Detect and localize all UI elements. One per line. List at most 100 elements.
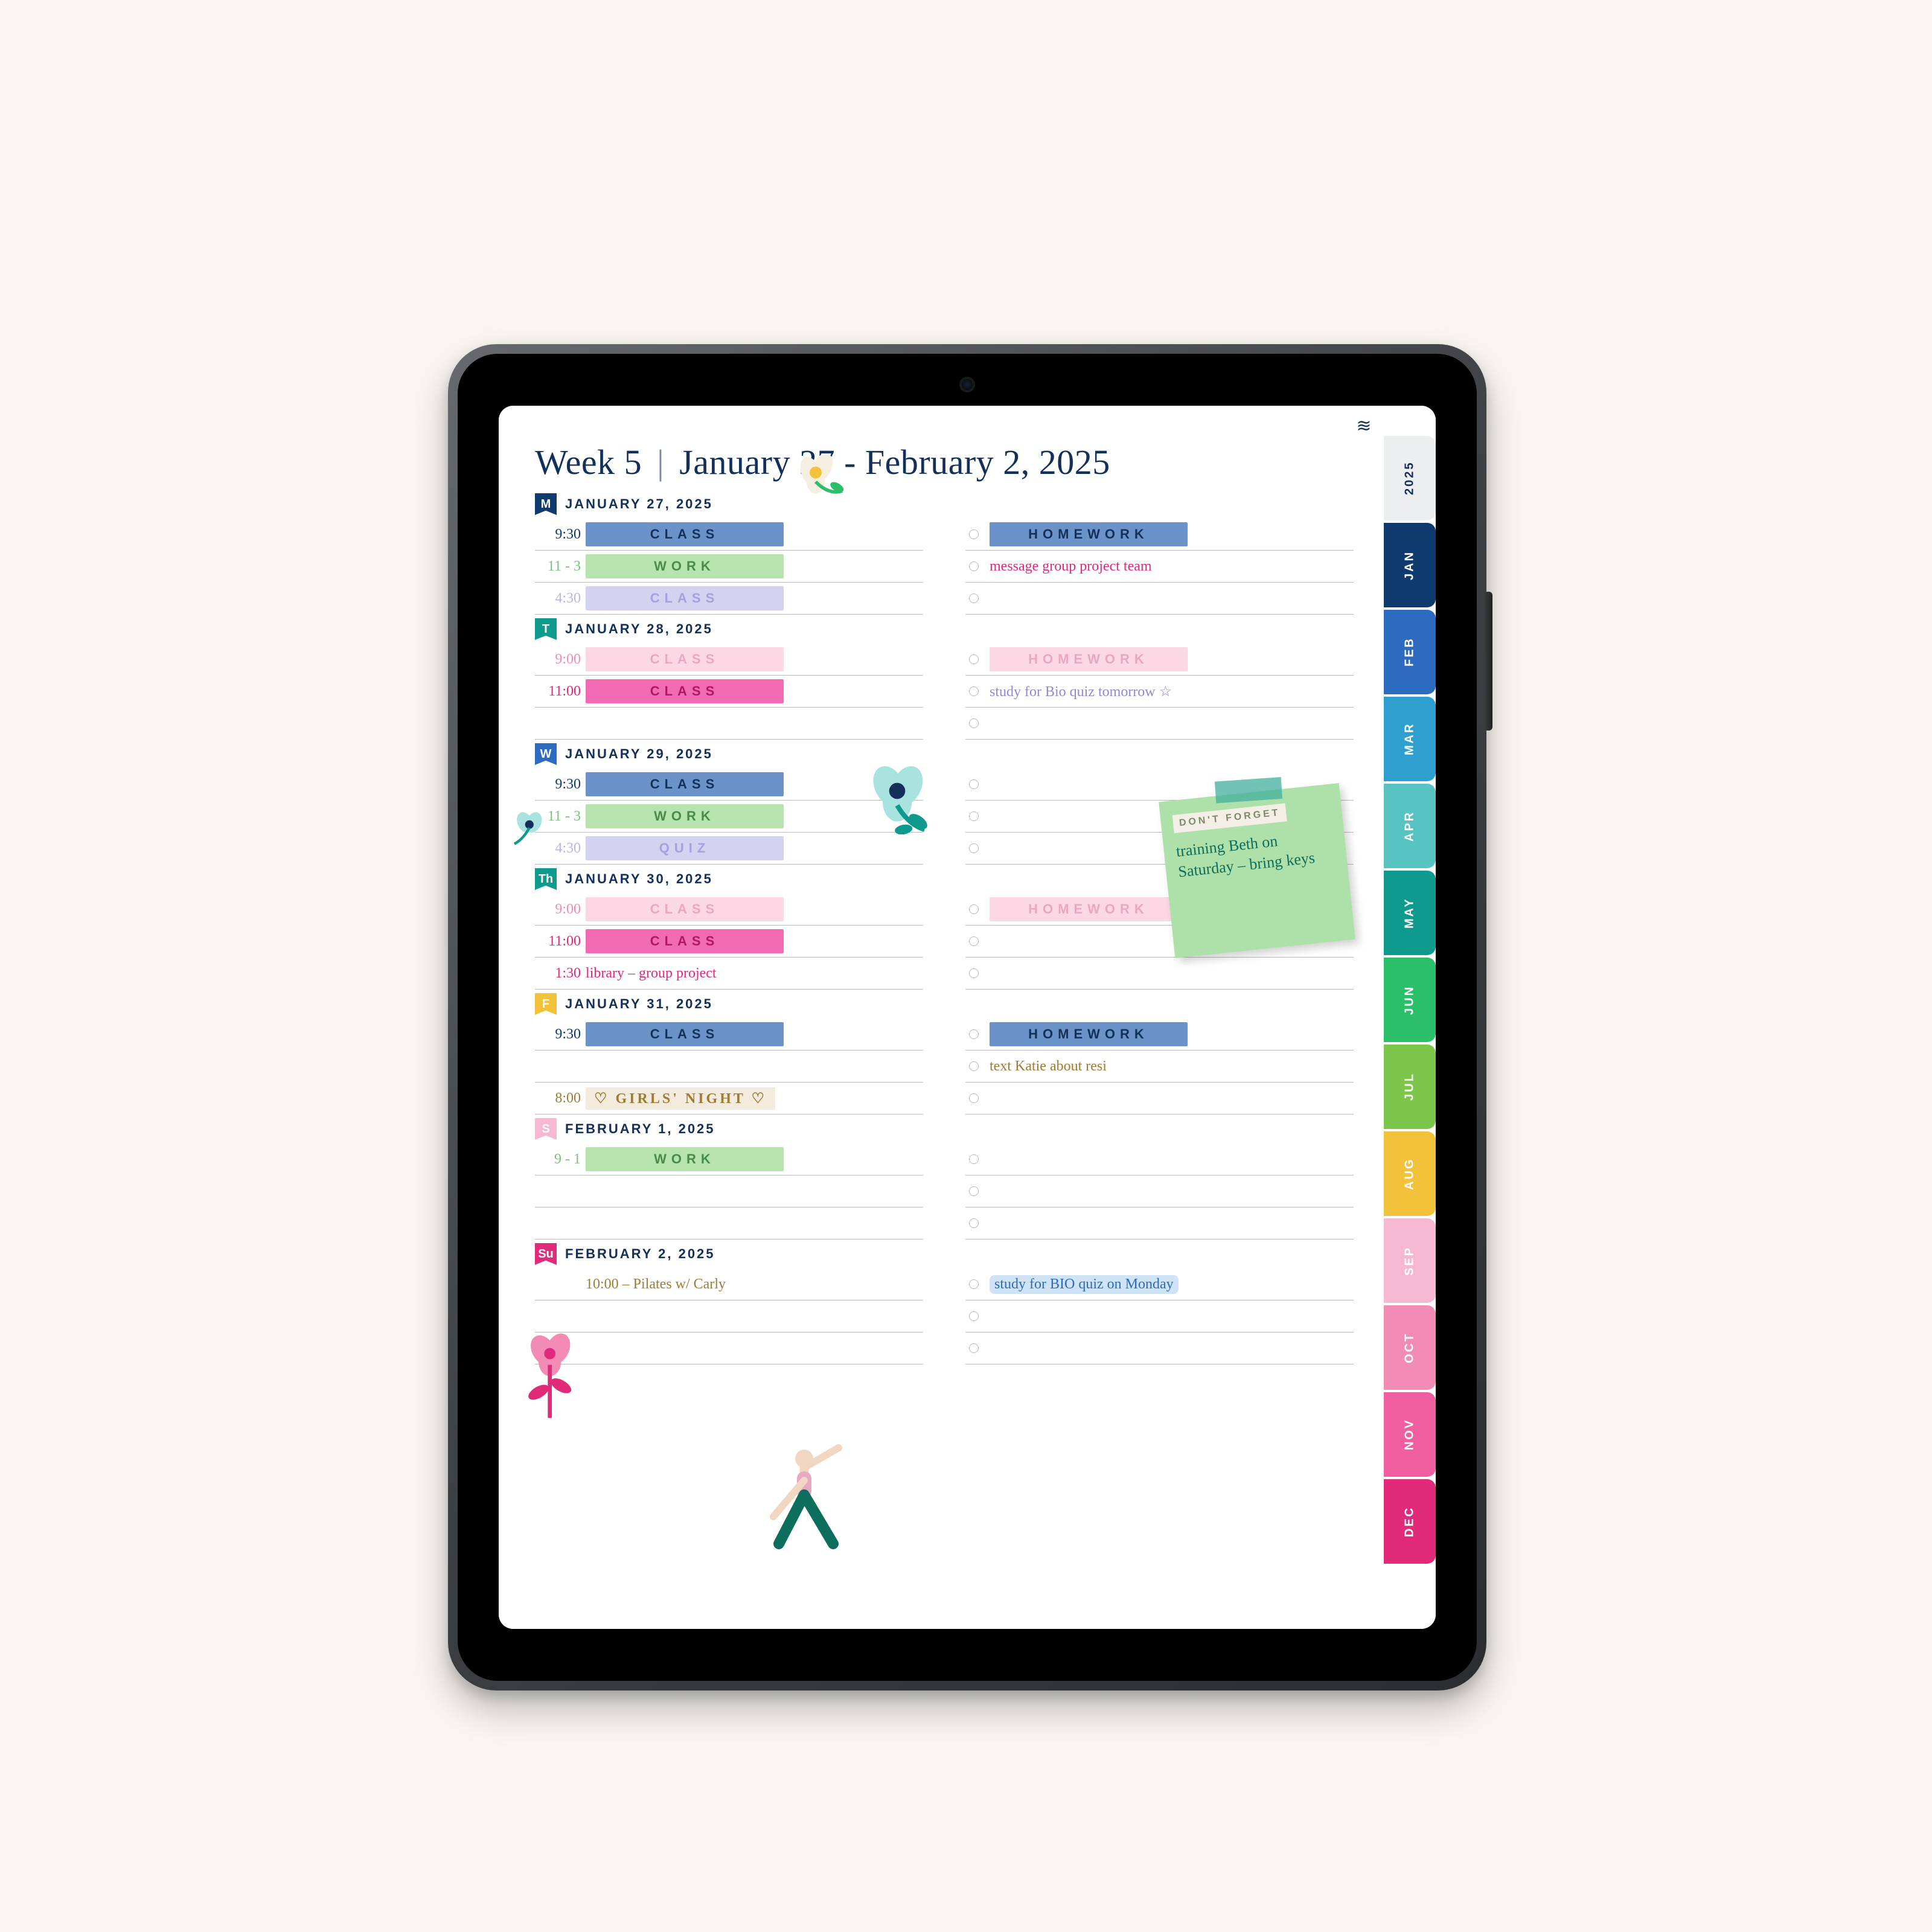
sticky-tape <box>1215 777 1282 804</box>
day-body: 9:30CLASS11 - 3WORK4:30CLASS HOMEWORK mess… <box>535 519 1354 615</box>
notes-row[interactable] <box>965 583 1354 615</box>
bullet-icon <box>969 968 979 978</box>
planner-page: ≋ Week 5 | January 27 - February 2, 2025… <box>499 406 1436 1629</box>
schedule-column: 9:30CLASS11 - 3WORK4:30QUIZ <box>535 769 923 865</box>
schedule-row[interactable] <box>535 1051 923 1083</box>
time-label: 9:30 <box>535 1026 581 1043</box>
notes-row[interactable] <box>965 1208 1354 1239</box>
ipad-screen[interactable]: ≋ Week 5 | January 27 - February 2, 2025… <box>499 406 1436 1629</box>
day-body: 9 - 1WORK <box>535 1144 1354 1239</box>
notes-row[interactable] <box>965 1144 1354 1176</box>
schedule-row[interactable]: 11:00CLASS <box>535 676 923 708</box>
day-date: JANUARY 29, 2025 <box>565 746 713 762</box>
schedule-row[interactable]: 9:30CLASS <box>535 769 923 801</box>
schedule-row[interactable]: 9:30CLASS <box>535 519 923 551</box>
day-flag: M <box>535 493 557 515</box>
sticky-note[interactable]: DON'T FORGET training Beth on Saturday –… <box>1159 783 1355 958</box>
schedule-row[interactable] <box>535 1332 923 1364</box>
planner-content: ≋ Week 5 | January 27 - February 2, 2025… <box>499 406 1384 1629</box>
notes-column <box>965 1144 1354 1239</box>
notes-row[interactable] <box>965 1332 1354 1364</box>
day-block: SuFEBRUARY 2, 2025 10:00 – Pilates w/ Car… <box>535 1243 1354 1364</box>
bullet-icon <box>969 1093 979 1103</box>
tab-may[interactable]: MAY <box>1384 871 1436 955</box>
event-block: QUIZ <box>586 836 784 860</box>
schedule-row[interactable]: 9:00CLASS <box>535 644 923 676</box>
schedule-row[interactable]: 4:30CLASS <box>535 583 923 615</box>
notes-row[interactable] <box>965 1300 1354 1332</box>
day-header: SFEBRUARY 1, 2025 <box>535 1118 1354 1140</box>
time-label: 11 - 3 <box>535 558 581 575</box>
schedule-row[interactable]: 10:00 – Pilates w/ Carly <box>535 1268 923 1300</box>
homework-block: HOMEWORK <box>990 647 1188 671</box>
tab-oct[interactable]: OCT <box>1384 1305 1436 1390</box>
schedule-row[interactable]: 4:30QUIZ <box>535 833 923 865</box>
notes-row[interactable] <box>965 708 1354 740</box>
event-block: CLASS <box>586 929 784 953</box>
tab-aug[interactable]: AUG <box>1384 1131 1436 1216</box>
time-label: 9:30 <box>535 776 581 793</box>
bullet-icon <box>969 654 979 664</box>
notes-column: study for BIO quiz on Monday <box>965 1268 1354 1364</box>
ipad-side-button <box>1484 592 1492 731</box>
tab-jun[interactable]: JUN <box>1384 958 1436 1042</box>
schedule-row[interactable]: 9:30 CLASS <box>535 1019 923 1051</box>
bullet-icon <box>969 1279 979 1289</box>
bullet-icon <box>969 1343 979 1353</box>
schedule-row[interactable] <box>535 1208 923 1239</box>
tab-mar[interactable]: MAR <box>1384 697 1436 781</box>
tab-year[interactable]: 2025 <box>1384 436 1436 520</box>
bullet-icon <box>969 529 979 539</box>
schedule-column: 9:00CLASS11:00CLASS1:30library – group p… <box>535 894 923 990</box>
day-block: FJANUARY 31, 20259:30CLASS8:00♡ GIRLS' N… <box>535 993 1354 1115</box>
day-date: JANUARY 30, 2025 <box>565 871 713 887</box>
notes-row[interactable]: study for BIO quiz on Monday <box>965 1268 1354 1300</box>
notes-row[interactable]: message group project team <box>965 551 1354 583</box>
day-date: JANUARY 28, 2025 <box>565 621 713 637</box>
day-block: MJANUARY 27, 20259:30CLASS11 - 3WORK4:30… <box>535 493 1354 615</box>
schedule-row[interactable]: 11:00CLASS <box>535 926 923 958</box>
schedule-row[interactable] <box>535 708 923 740</box>
schedule-row[interactable] <box>535 1300 923 1332</box>
schedule-column: 9 - 1WORK <box>535 1144 923 1239</box>
day-block: TJANUARY 28, 2025 9:00CLASS11:00CLASS HOME… <box>535 618 1354 740</box>
schedule-row[interactable]: 1:30library – group project <box>535 958 923 990</box>
tab-feb[interactable]: FEB <box>1384 610 1436 694</box>
bullet-icon <box>969 1311 979 1321</box>
day-date: JANUARY 31, 2025 <box>565 996 713 1012</box>
notes-row[interactable] <box>965 1083 1354 1115</box>
schedule-row[interactable]: 11 - 3WORK <box>535 801 923 833</box>
schedule-row[interactable]: 9 - 1WORK <box>535 1144 923 1176</box>
tab-jan[interactable]: JAN <box>1384 523 1436 607</box>
schedule-row[interactable]: 11 - 3WORK <box>535 551 923 583</box>
notes-row[interactable] <box>965 958 1354 990</box>
time-label: 8:00 <box>535 1090 581 1107</box>
day-header: SuFEBRUARY 2, 2025 <box>535 1243 1354 1265</box>
note-text: message group project team <box>990 558 1152 575</box>
notes-row[interactable]: HOMEWORK <box>965 1019 1354 1051</box>
tab-nov[interactable]: NOV <box>1384 1392 1436 1477</box>
notes-column: HOMEWORK message group project team <box>965 519 1354 615</box>
notes-row[interactable]: HOMEWORK <box>965 644 1354 676</box>
tab-sep[interactable]: SEP <box>1384 1218 1436 1303</box>
homework-block: HOMEWORK <box>990 522 1188 546</box>
schedule-column: 9:30 CLASS 8:00♡ GIRLS' NIGHT ♡ <box>535 1019 923 1115</box>
bullet-icon <box>969 1186 979 1196</box>
tab-dec[interactable]: DEC <box>1384 1479 1436 1564</box>
notes-row[interactable]: text Katie about resi <box>965 1051 1354 1083</box>
event-block: CLASS <box>586 1022 784 1046</box>
schedule-row[interactable] <box>535 1176 923 1208</box>
tab-apr[interactable]: APR <box>1384 784 1436 868</box>
schedule-row[interactable]: 9:00CLASS <box>535 894 923 926</box>
notes-row[interactable] <box>965 1176 1354 1208</box>
notes-row[interactable]: study for Bio quiz tomorrow ☆ <box>965 676 1354 708</box>
event-block: WORK <box>586 1147 784 1171</box>
day-flag: Th <box>535 868 557 890</box>
tab-jul[interactable]: JUL <box>1384 1044 1436 1129</box>
day-header: TJANUARY 28, 2025 <box>535 618 1354 640</box>
notes-column: HOMEWORKtext Katie about resi <box>965 1019 1354 1115</box>
note-text: study for Bio quiz tomorrow ☆ <box>990 683 1172 700</box>
notes-row[interactable]: HOMEWORK <box>965 519 1354 551</box>
time-label: 9:30 <box>535 526 581 543</box>
schedule-row[interactable]: 8:00♡ GIRLS' NIGHT ♡ <box>535 1083 923 1115</box>
